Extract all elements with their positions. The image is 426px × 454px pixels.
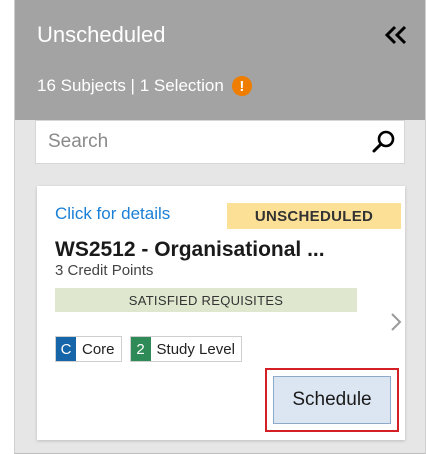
requisites-badge: SATISFIED REQUISITES [55,288,357,312]
tag-study-level-code: 2 [130,337,151,361]
tag-core-label: Core [82,340,115,358]
subject-card[interactable]: Click for details UNSCHEDULED WS2512 - O… [37,186,405,440]
tag-core: C Core [55,336,122,362]
warning-icon[interactable]: ! [231,76,252,96]
details-link[interactable]: Click for details [55,204,170,224]
warning-glyph: ! [239,77,245,95]
credit-points: 3 Credit Points [55,262,154,279]
schedule-button[interactable]: Schedule [273,376,391,424]
tag-study-level: 2 Study Level [129,336,242,362]
search-box [35,120,405,164]
search-button[interactable] [364,122,404,162]
chevron-right-icon[interactable] [389,311,403,333]
search-icon [372,130,395,153]
tag-study-level-label: Study Level [156,340,235,358]
unscheduled-panel: Unscheduled 16 Subjects | 1 Selection ! … [14,0,426,454]
tag-core-code: C [56,337,76,361]
panel-subtitle: 16 Subjects | 1 Selection ! [37,76,252,96]
collapse-button[interactable] [381,20,411,50]
search-input[interactable] [36,120,364,164]
panel-header: Unscheduled 16 Subjects | 1 Selection ! [15,0,425,120]
double-chevron-left-icon [384,25,407,45]
subject-title: WS2512 - Organisational ... [55,238,325,261]
subject-tags: C Core 2 Study Level [55,336,242,362]
panel-title: Unscheduled [37,22,166,47]
subjects-selection-count: 16 Subjects | 1 Selection [37,76,224,95]
status-badge: UNSCHEDULED [227,203,401,229]
schedule-highlight: Schedule [265,368,399,432]
